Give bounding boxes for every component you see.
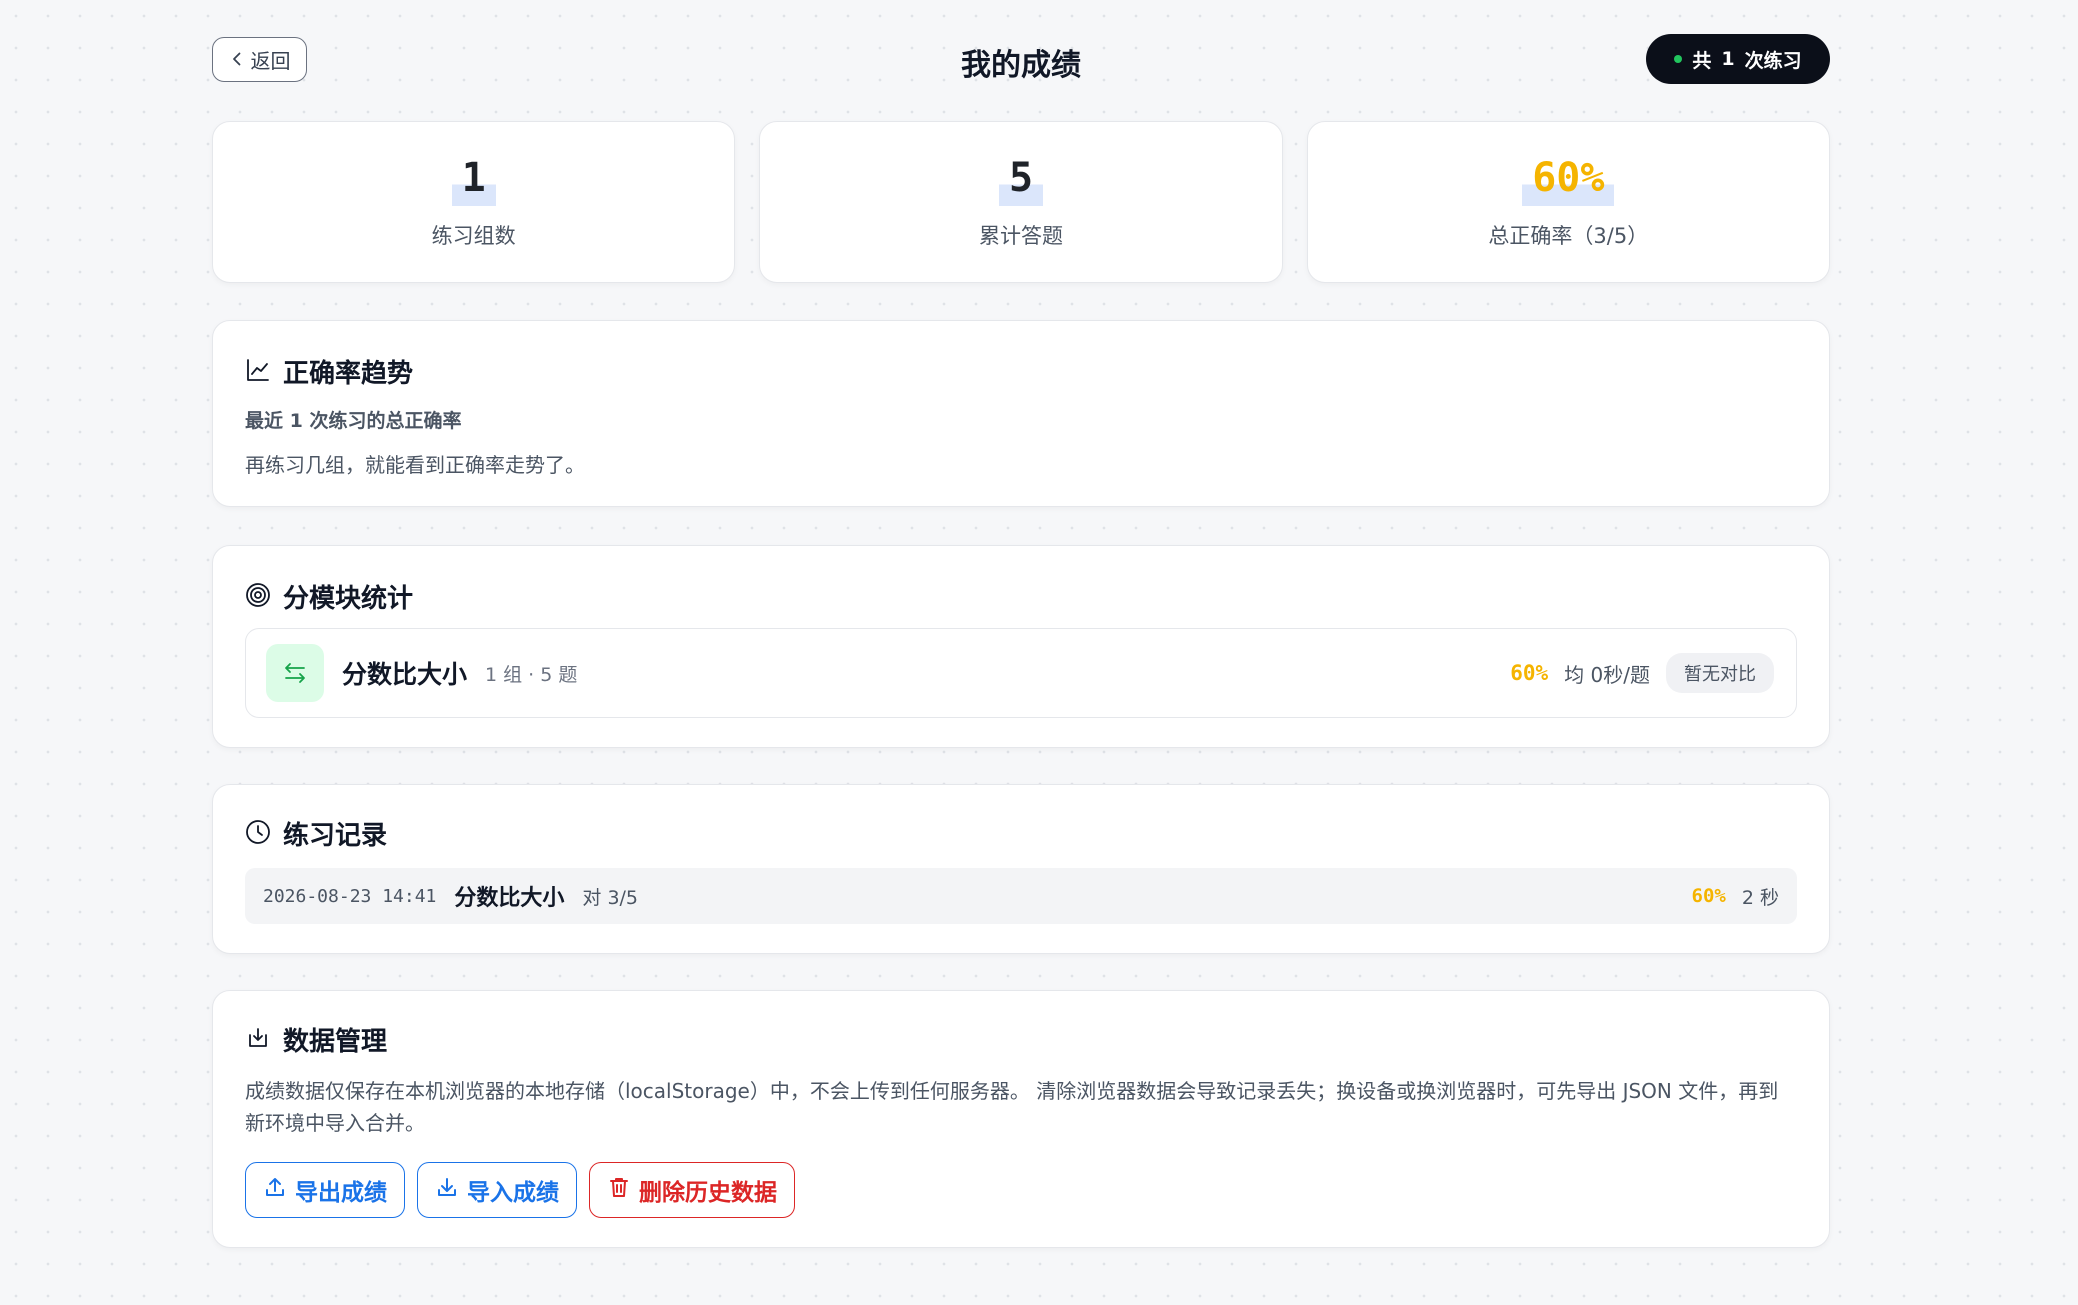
stat-label: 累计答题 — [978, 224, 1063, 248]
module-row[interactable]: 分数比大小 1 组 · 5 题 60% 均 0秒/题 暂无对比 — [245, 628, 1797, 718]
trend-subtitle: 最近 1 次练习的总正确率 — [245, 410, 462, 432]
line-chart-icon — [245, 357, 271, 387]
module-metrics: 60% 均 0秒/题 暂无对比 — [1510, 653, 1774, 693]
section-header: 正确率趋势 — [245, 353, 413, 390]
section-title: 练习记录 — [283, 821, 388, 851]
stat-card-answered: 5 累计答题 — [759, 121, 1283, 283]
module-meta: 1 组 · 5 题 — [485, 663, 578, 686]
data-description: 成绩数据仅保存在本机浏览器的本地存储（localStorage）中，不会上传到任… — [245, 1079, 1779, 1135]
trend-empty-message: 再练习几组，就能看到正确率走势了。 — [245, 453, 585, 477]
export-button[interactable]: 导出成绩 — [245, 1162, 405, 1218]
practice-count-badge: 共 1 次练习 — [1646, 34, 1830, 84]
record-module: 分数比大小 — [454, 886, 565, 911]
page: 返回 我的成绩 共 1 次练习 1 练习组数 5 累计答题 60% 总正确率（3… — [212, 0, 1830, 1248]
count-prefix: 共 — [1692, 49, 1712, 72]
data-management-section: 数据管理 成绩数据仅保存在本机浏览器的本地存储（localStorage）中，不… — [212, 990, 1830, 1248]
import-label: 导入成绩 — [467, 1180, 559, 1206]
record-score: 对 3/5 — [582, 886, 639, 909]
record-duration: 2 秒 — [1741, 886, 1779, 909]
upload-icon — [263, 1175, 287, 1205]
stat-label: 练习组数 — [431, 224, 516, 248]
trend-section: 正确率趋势 最近 1 次练习的总正确率 再练习几组，就能看到正确率走势了。 — [212, 320, 1830, 507]
section-title: 分模块统计 — [283, 584, 414, 614]
stat-card-groups: 1 练习组数 — [212, 121, 736, 283]
trash-icon — [607, 1175, 631, 1205]
section-header: 练习记录 — [245, 815, 387, 852]
header: 返回 我的成绩 共 1 次练习 — [212, 0, 1830, 120]
section-header: 数据管理 — [245, 1021, 387, 1058]
delete-history-button[interactable]: 删除历史数据 — [589, 1162, 795, 1218]
target-icon — [245, 582, 271, 612]
records-section: 练习记录 2026-08-23 14:41 分数比大小 对 3/5 60% 2 … — [212, 784, 1830, 954]
stat-value: 5 — [998, 158, 1044, 206]
download-tray-icon — [245, 1025, 271, 1055]
record-time: 2026-08-23 14:41 — [263, 885, 437, 907]
section-title: 数据管理 — [283, 1027, 388, 1057]
stat-value: 1 — [451, 158, 496, 206]
record-row[interactable]: 2026-08-23 14:41 分数比大小 对 3/5 60% 2 秒 — [245, 868, 1797, 924]
record-accuracy: 60% — [1691, 885, 1726, 907]
stats-row: 1 练习组数 5 累计答题 60% 总正确率（3/5） — [212, 121, 1830, 283]
clock-icon — [245, 819, 271, 849]
section-title: 正确率趋势 — [283, 359, 414, 389]
stat-card-accuracy: 60% 总正确率（3/5） — [1306, 121, 1830, 283]
page-title: 我的成绩 — [961, 48, 1081, 83]
stat-label: 总正确率（3/5） — [1488, 224, 1649, 248]
status-dot-icon — [1674, 55, 1683, 63]
stat-value: 60% — [1522, 158, 1615, 206]
module-avg-time: 均 0秒/题 — [1564, 662, 1650, 687]
module-name: 分数比大小 — [342, 660, 468, 689]
export-label: 导出成绩 — [295, 1180, 387, 1206]
delete-label: 删除历史数据 — [639, 1180, 777, 1206]
data-actions: 导出成绩 导入成绩 删除历史数据 — [245, 1162, 795, 1218]
section-header: 分模块统计 — [245, 578, 413, 615]
download-icon — [435, 1175, 459, 1205]
count-value: 1 — [1721, 48, 1735, 70]
module-accuracy: 60% — [1510, 661, 1549, 685]
record-metrics: 60% 2 秒 — [1692, 883, 1779, 910]
swap-arrows-icon — [266, 644, 324, 702]
module-stats-section: 分模块统计 分数比大小 1 组 · 5 题 60% 均 0秒/题 暂无对比 — [212, 545, 1830, 748]
count-suffix: 次练习 — [1744, 49, 1802, 72]
compare-badge: 暂无对比 — [1666, 653, 1774, 693]
import-button[interactable]: 导入成绩 — [417, 1162, 577, 1218]
